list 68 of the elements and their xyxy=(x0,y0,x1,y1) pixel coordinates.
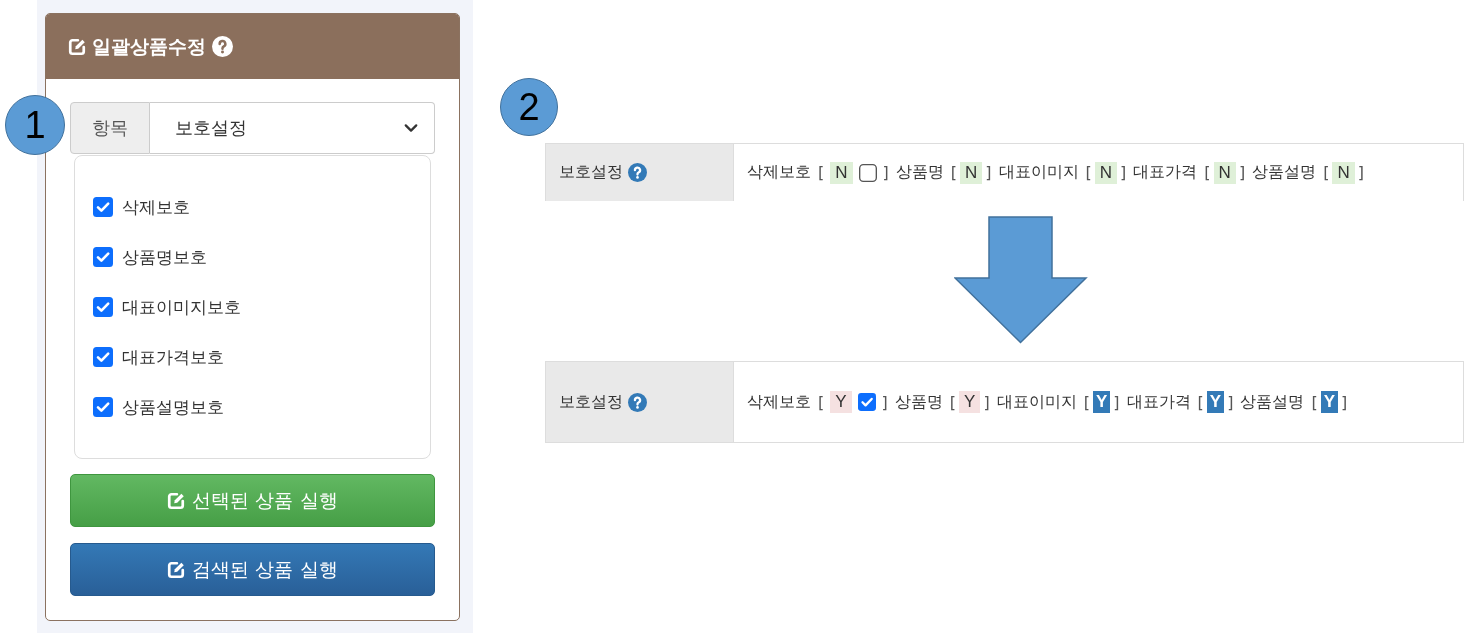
option-label: 대표가격보호 xyxy=(122,345,224,369)
bracket: ] xyxy=(985,163,992,182)
checkbox[interactable] xyxy=(93,297,113,317)
flag-value: Y xyxy=(1092,391,1111,413)
bracket: [ xyxy=(818,163,825,182)
checkbox[interactable] xyxy=(93,347,113,367)
bracket: ] xyxy=(1113,392,1120,412)
field-name: 대표가격 xyxy=(1126,391,1191,413)
bracket: [ xyxy=(1323,163,1330,182)
bracket: ] xyxy=(1340,392,1348,412)
field-label: 항목 xyxy=(70,102,150,154)
step-marker: 2 xyxy=(500,78,558,136)
bracket: [ xyxy=(950,163,958,182)
field-name: 상품설명 xyxy=(1252,162,1317,183)
edit-icon xyxy=(167,491,186,510)
panel-title: 일괄상품수정 xyxy=(92,33,206,59)
field-name: 삭제보호 xyxy=(747,162,811,183)
help-icon xyxy=(628,163,647,182)
execute-button[interactable]: 선택된 상품 실행 xyxy=(70,474,435,527)
flag-value: N xyxy=(1332,161,1355,184)
field-name: 상품명 xyxy=(895,162,944,183)
row-label: 보호설정 xyxy=(559,162,623,183)
edit-icon xyxy=(167,560,186,579)
chevron-down-icon xyxy=(404,121,418,135)
field-name: 대표가격 xyxy=(1133,162,1198,183)
flag-value: Y xyxy=(959,391,981,413)
field-name: 상품설명 xyxy=(1240,391,1305,413)
bracket: [ xyxy=(949,392,957,412)
flag-value: Y xyxy=(830,391,852,413)
field-name: 삭제보호 xyxy=(747,391,811,413)
field-name: 대표이미지 xyxy=(996,391,1077,413)
bracket: ] xyxy=(1120,163,1127,182)
checkbox[interactable] xyxy=(93,247,113,267)
checkbox[interactable] xyxy=(858,163,877,182)
bracket: ] xyxy=(881,392,888,412)
bracket: [ xyxy=(818,392,825,412)
option-label: 대표이미지보호 xyxy=(122,295,241,319)
field-name: 상품명 xyxy=(894,391,943,413)
checkbox[interactable] xyxy=(93,197,113,217)
flag-value: N xyxy=(1094,161,1118,184)
field-name: 대표이미지 xyxy=(998,162,1079,183)
bracket: ] xyxy=(983,392,990,412)
bracket: ] xyxy=(1238,163,1246,182)
bracket: ] xyxy=(882,163,889,182)
bracket: [ xyxy=(1197,392,1204,412)
bracket: [ xyxy=(1083,392,1090,412)
execute-button[interactable]: 검색된 상품 실행 xyxy=(70,543,435,596)
item-select[interactable]: 보호설정 xyxy=(150,102,435,154)
option-label: 상품설명보호 xyxy=(122,395,224,419)
checkbox[interactable] xyxy=(857,393,876,411)
checkbox[interactable] xyxy=(93,397,113,417)
flag-value: Y xyxy=(1320,391,1338,413)
flag-value: Y xyxy=(1206,391,1225,413)
flag-value: N xyxy=(960,161,983,184)
option-label: 삭제보호 xyxy=(122,195,190,219)
option-label: 상품명보호 xyxy=(122,245,207,269)
flag-value: N xyxy=(1213,161,1236,184)
row-label: 보호설정 xyxy=(559,391,623,413)
bracket: ] xyxy=(1357,163,1364,182)
bracket: ] xyxy=(1227,392,1234,412)
help-icon xyxy=(628,392,647,412)
bracket: [ xyxy=(1311,392,1318,412)
edit-icon xyxy=(68,37,86,56)
bracket: [ xyxy=(1085,163,1092,182)
bracket: [ xyxy=(1204,163,1211,182)
help-icon xyxy=(212,36,233,57)
step-marker: 1 xyxy=(5,95,65,155)
flag-value: N xyxy=(830,161,853,184)
